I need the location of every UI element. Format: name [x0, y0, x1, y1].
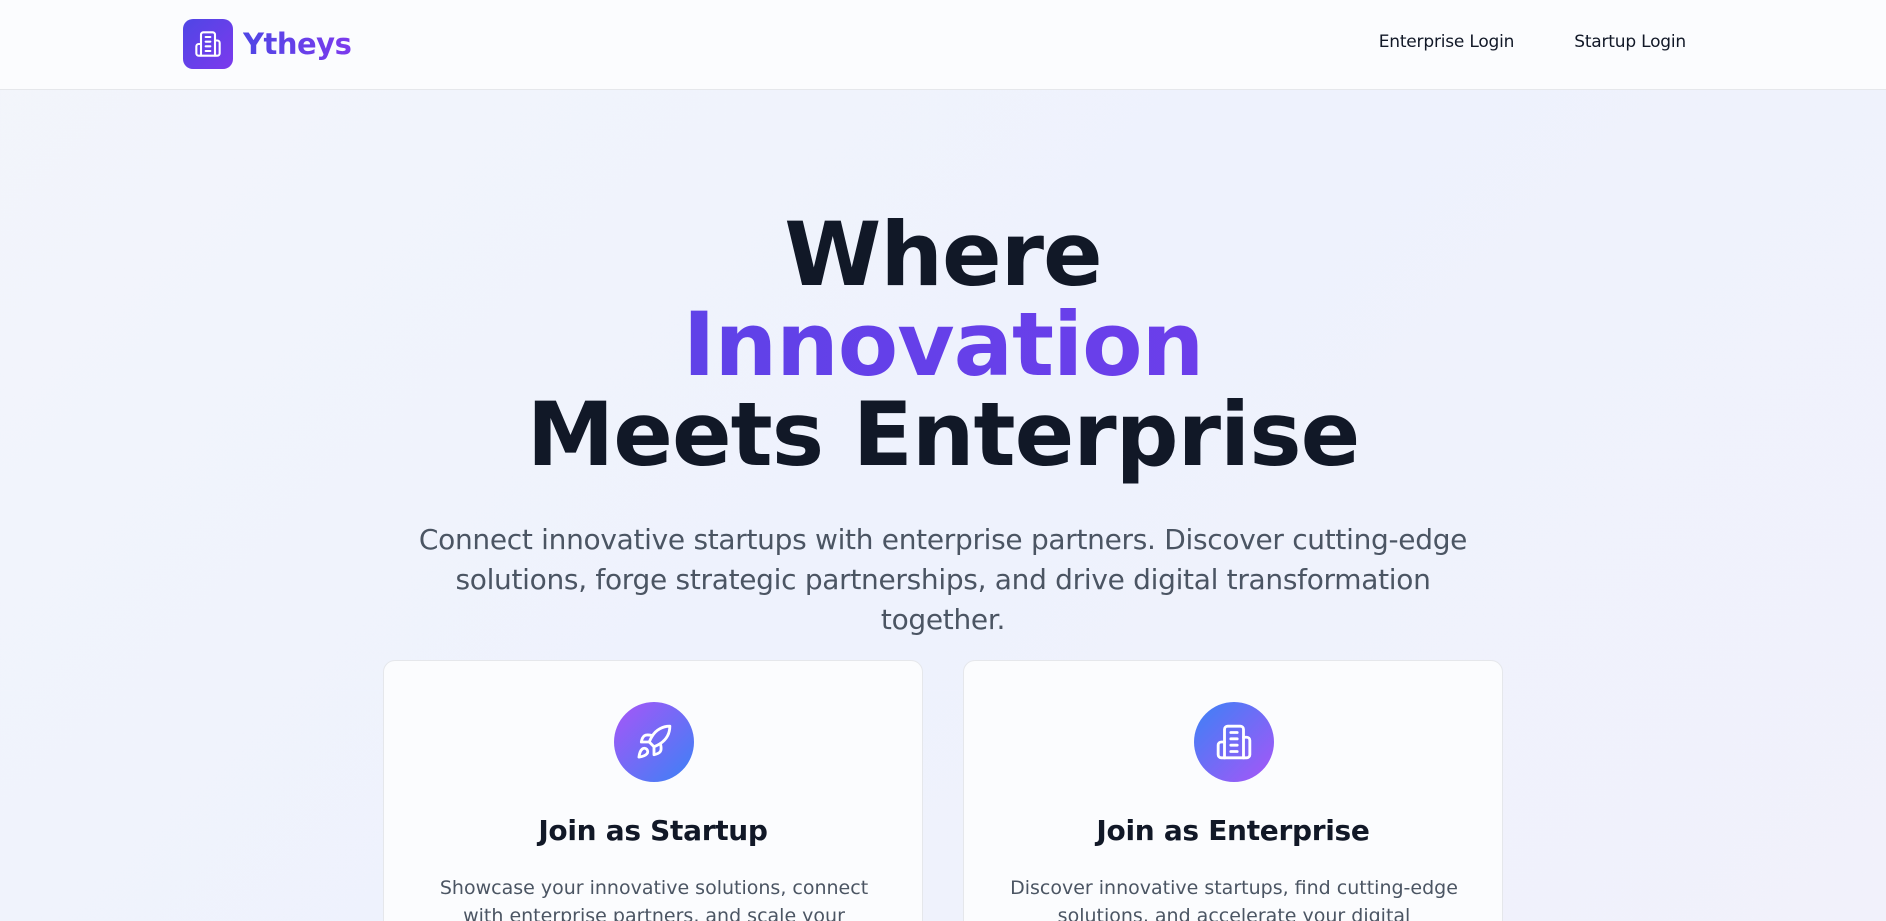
startup-login-link[interactable]: Startup Login	[1574, 32, 1686, 52]
join-enterprise-card[interactable]: Join as Enterprise Discover innovative s…	[963, 660, 1503, 921]
building-icon	[1194, 702, 1274, 782]
brand-name: Ytheys	[243, 27, 352, 61]
hero-line-3: Meets Enterprise	[526, 383, 1361, 486]
join-startup-card[interactable]: Join as Startup Showcase your innovative…	[383, 660, 923, 921]
rocket-icon	[614, 702, 694, 782]
top-navbar: Ytheys Enterprise Login Startup Login	[0, 0, 1886, 90]
hero-line-2-accent: Innovation	[0, 300, 1886, 390]
hero-line-1: Where	[784, 203, 1102, 306]
enterprise-card-description: Discover innovative startups, find cutti…	[1010, 877, 1458, 921]
enterprise-login-link[interactable]: Enterprise Login	[1379, 32, 1515, 52]
hero-heading: Where Innovation Meets Enterprise	[0, 210, 1886, 480]
building-icon	[183, 19, 233, 69]
enterprise-card-title: Join as Enterprise	[1096, 814, 1370, 847]
brand-home-link[interactable]: Ytheys	[183, 19, 352, 69]
hero-subtitle: Connect innovative startups with enterpr…	[418, 523, 1468, 636]
startup-card-title: Join as Startup	[538, 814, 768, 847]
startup-card-description: Showcase your innovative solutions, conn…	[439, 877, 869, 921]
nav-links: Enterprise Login Startup Login	[1379, 32, 1686, 52]
